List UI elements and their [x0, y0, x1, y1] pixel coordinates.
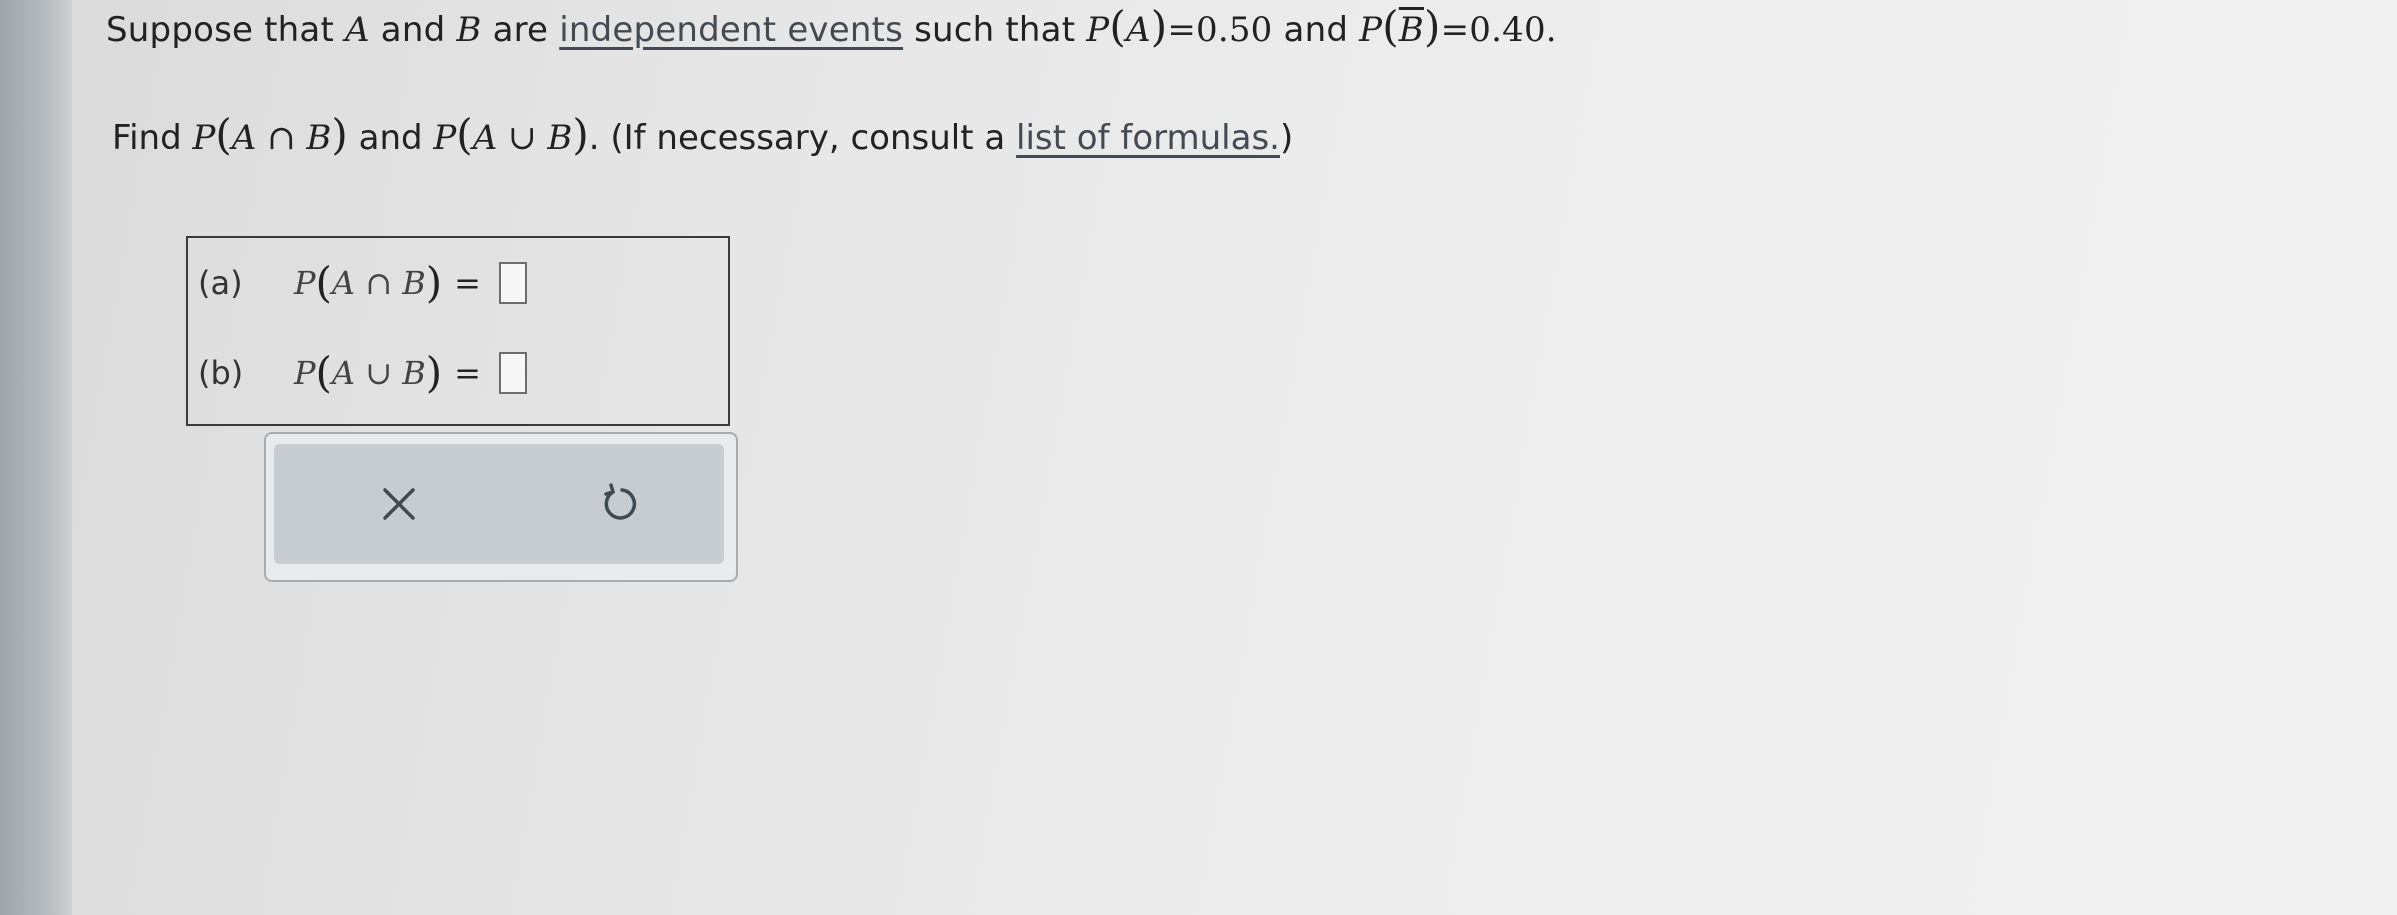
clear-button[interactable] [369, 474, 429, 534]
question-line-2: Find P(A ∩ B) and P(A ∪ B). (If necessar… [112, 110, 1294, 159]
part-a-p: P [294, 263, 316, 302]
part-a-answer-input[interactable] [498, 261, 527, 304]
answer-toolbar-panel [274, 444, 724, 564]
question-line-1: Suppose that A and B are independent eve… [106, 2, 1557, 51]
part-a-expr: A ∩ B [331, 263, 426, 302]
text-such-that: such that [914, 10, 1076, 50]
prob-a-p: P [1086, 10, 1110, 50]
undo-button[interactable] [590, 474, 650, 534]
answer-toolbar [264, 432, 738, 582]
text-find: Find [112, 118, 182, 158]
text-are: are [492, 10, 549, 50]
part-a-label: (a) [198, 263, 243, 302]
part-b-open-paren: ( [315, 348, 332, 397]
part-b-expr: A ∪ B [331, 353, 426, 392]
answer-row-a: (a) P ( A ∩ B ) = [198, 258, 527, 307]
text-instruction: (If necessary, consult a [610, 118, 1006, 158]
x-icon [383, 488, 415, 520]
text-and: and [380, 10, 446, 50]
prob-a-var: A [1125, 10, 1151, 50]
prob-b-complement-var: B [1398, 10, 1424, 50]
prob-b-p: P [1359, 10, 1383, 50]
list-of-formulas-link[interactable]: list of formulas. [1016, 118, 1280, 158]
left-edge-shadow [0, 0, 72, 915]
answer-box: (a) P ( A ∩ B ) = (b) P ( A ∪ B ) = [186, 236, 730, 426]
part-a-equals: = [454, 263, 481, 302]
find-intersect-expr: A ∩ B [231, 118, 332, 158]
independent-events-link[interactable]: independent events [559, 10, 903, 50]
answer-row-b: (b) P ( A ∪ B ) = [198, 348, 527, 397]
text-period: . [588, 118, 600, 158]
part-b-close-paren: ) [425, 348, 443, 397]
find-p-intersect: P [192, 118, 216, 158]
undo-icon [604, 483, 637, 520]
text-close-paren: ) [1279, 118, 1294, 158]
find-p-union: P [433, 118, 457, 158]
var-a: A [345, 10, 370, 50]
part-a-open-paren: ( [315, 258, 332, 307]
find-union-expr: A ∪ B [472, 118, 573, 158]
text-suppose: Suppose that [106, 10, 334, 50]
part-b-equals: = [454, 353, 481, 392]
prob-a-value: =0.50 [1167, 10, 1273, 50]
text-and-2: and [1283, 10, 1349, 50]
var-b: B [456, 10, 482, 50]
text-and-3: and [358, 118, 423, 158]
part-b-label: (b) [198, 353, 244, 392]
prob-b-value: =0.40. [1440, 10, 1557, 50]
part-b-answer-input[interactable] [498, 351, 527, 394]
part-b-p: P [294, 353, 316, 392]
part-a-close-paren: ) [425, 258, 443, 307]
